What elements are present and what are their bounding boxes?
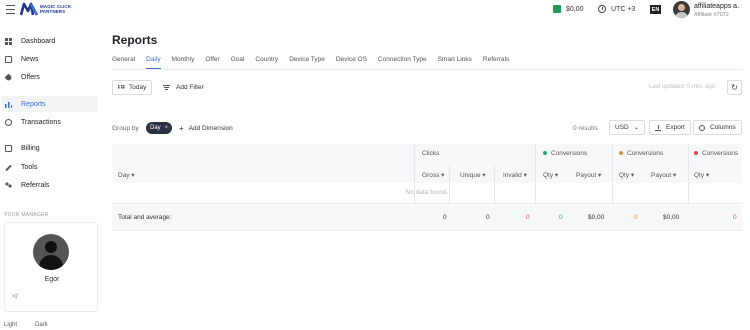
referrals-icon — [5, 181, 12, 189]
columns-button[interactable]: Columns — [693, 120, 742, 135]
col-unique[interactable]: Unique ▾ — [460, 171, 486, 179]
news-icon — [5, 55, 12, 63]
conversions-orange-header: Conversions — [619, 150, 663, 157]
last-updated-text: Last updated: 0 min. ago — [649, 84, 716, 90]
export-button[interactable]: Export — [649, 120, 691, 135]
red-status-dot — [694, 151, 698, 156]
total-row: Total and average: 0 0 0 0 $0,00 0 $0,00… — [112, 205, 742, 230]
add-dimension-button[interactable]: + Add Dimension — [179, 124, 233, 133]
dashboard-icon — [5, 37, 12, 45]
conversions-green-header: Conversions — [543, 150, 587, 157]
tabs-divider — [112, 69, 742, 70]
col-payout-orange[interactable]: Payout ▾ — [651, 171, 676, 179]
wallet-icon — [553, 5, 561, 13]
total-qty-red: 0 — [733, 214, 737, 221]
theme-light-option[interactable]: Light — [4, 322, 17, 328]
menu-icon[interactable] — [6, 5, 15, 14]
col-qty-red[interactable]: Qty ▾ — [694, 171, 709, 179]
sidebar-item-reports[interactable]: Reports — [2, 96, 98, 112]
plus-icon: + — [179, 124, 184, 133]
total-qty-orange: 0 — [634, 214, 638, 221]
logo-mark-icon — [20, 2, 38, 16]
filter-icon — [163, 85, 170, 90]
theme-dark-option[interactable]: Dark — [35, 322, 48, 328]
col-gross[interactable]: Gross ▾ — [422, 171, 444, 179]
tab-general[interactable]: General — [112, 53, 135, 69]
remove-chip-icon[interactable]: × — [165, 125, 169, 131]
col-qty-orange[interactable]: Qty ▾ — [619, 171, 634, 179]
bar-chart-icon — [5, 100, 12, 108]
balance-value: $0,00 — [566, 5, 584, 13]
col-day[interactable]: Day ▾ — [118, 171, 135, 179]
timezone-value: UTC +3 — [611, 5, 636, 13]
tab-monthly[interactable]: Monthly — [172, 53, 195, 69]
user-id: Affiliate #7072 — [694, 12, 729, 18]
chevron-down-icon: ⌄ — [633, 125, 639, 131]
tag-icon — [4, 73, 13, 81]
manager-card: Egor — [4, 222, 98, 312]
add-filter-button[interactable]: Add Filter — [160, 80, 207, 95]
sidebar-item-offers[interactable]: Offers — [2, 69, 98, 85]
no-data-message: No data found. — [405, 189, 449, 196]
tab-offer[interactable]: Offer — [205, 53, 219, 69]
page-title: Reports — [112, 33, 158, 47]
manager-avatar — [33, 234, 69, 270]
total-qty-green: 0 — [559, 214, 563, 221]
results-count: 0 results — [573, 125, 598, 132]
tab-goal[interactable]: Goal — [231, 53, 245, 69]
orange-status-dot — [619, 151, 623, 156]
sidebar-item-referrals[interactable]: Referrals — [2, 177, 98, 193]
sidebar-item-dashboard[interactable]: Dashboard — [2, 33, 98, 49]
total-payout-orange: $0,00 — [663, 214, 680, 221]
tab-device-os[interactable]: Device OS — [336, 53, 367, 69]
tab-connection-type[interactable]: Connection Type — [378, 53, 427, 69]
top-bar: MAGIC CLICK PARTNERS $0,00 UTC +3 EN aff… — [0, 0, 750, 24]
total-unique: 0 — [486, 214, 490, 221]
currency-select[interactable]: USD ⌄ — [609, 120, 645, 135]
sidebar-item-billing[interactable]: Billing — [2, 140, 98, 156]
green-status-dot — [543, 151, 547, 156]
total-payout-green: $0,00 — [588, 214, 605, 221]
conversions-red-header: Conversions — [694, 150, 738, 157]
sidebar-item-transactions[interactable]: Transactions — [2, 114, 98, 130]
balance-display[interactable]: $0,00 — [553, 5, 584, 13]
total-invalid: 0 — [526, 214, 530, 221]
group-chip-day[interactable]: Day × — [146, 122, 173, 134]
tab-referrals[interactable]: Referrals — [483, 53, 509, 69]
manager-name: Egor — [44, 276, 60, 283]
tab-device-type[interactable]: Device Type — [289, 53, 325, 69]
col-payout-green[interactable]: Payout ▾ — [576, 171, 601, 179]
theme-switcher: Light Dark — [4, 322, 66, 328]
date-range-button[interactable]: Today — [112, 80, 153, 95]
sidebar-item-news[interactable]: News — [2, 51, 98, 67]
calendar-icon — [118, 84, 125, 91]
download-icon — [655, 124, 661, 131]
total-gross: 0 — [443, 214, 447, 221]
wrench-icon — [5, 164, 12, 172]
logo-text: MAGIC CLICK PARTNERS — [40, 4, 72, 14]
telegram-icon[interactable] — [12, 293, 18, 299]
col-invalid[interactable]: Invalid ▾ — [503, 171, 527, 179]
report-tabs: General Daily Monthly Offer Goal Country… — [112, 53, 520, 69]
refresh-icon: ↻ — [731, 83, 738, 92]
total-label: Total and average: — [118, 214, 172, 221]
clicks-group-header: Clicks — [422, 150, 440, 157]
gear-icon — [699, 124, 705, 131]
tab-daily[interactable]: Daily — [146, 53, 161, 69]
language-switcher[interactable]: EN — [650, 5, 661, 14]
refresh-button[interactable]: ↻ — [727, 80, 742, 95]
clock-icon — [598, 5, 606, 13]
user-name[interactable]: affiliateapps a. — [694, 3, 739, 10]
group-by-label: Group by — [112, 125, 139, 132]
tab-country[interactable]: Country — [255, 53, 278, 69]
sidebar-item-tools[interactable]: Tools — [2, 159, 98, 175]
timezone-display[interactable]: UTC +3 — [598, 5, 635, 13]
logo[interactable]: MAGIC CLICK PARTNERS — [20, 2, 71, 16]
user-avatar[interactable] — [673, 1, 690, 18]
billing-icon — [5, 144, 12, 152]
globe-icon — [5, 118, 12, 126]
col-qty-green[interactable]: Qty ▾ — [543, 171, 558, 179]
tab-smart-links[interactable]: Smart Links — [438, 53, 472, 69]
manager-section-label: YOUR MANAGER — [4, 212, 49, 218]
